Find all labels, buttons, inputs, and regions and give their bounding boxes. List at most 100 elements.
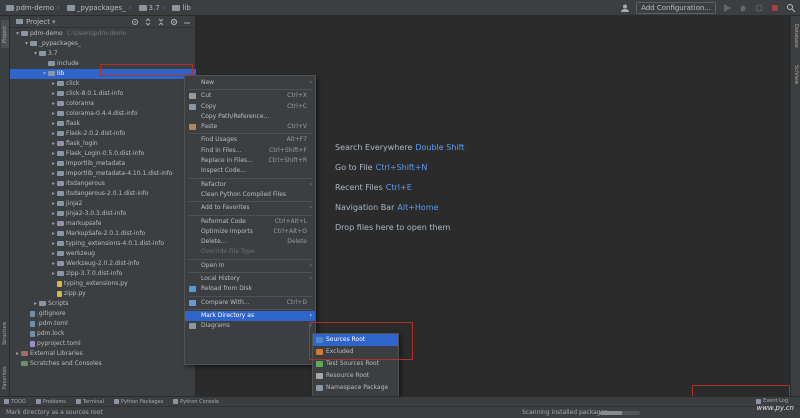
chevron-down-icon[interactable]: ▾ xyxy=(23,39,30,49)
chevron-right-icon[interactable]: ▸ xyxy=(50,209,57,219)
tree-item[interactable]: ▸ click xyxy=(10,79,196,89)
context-menu-item[interactable]: Copy Path/Reference... xyxy=(185,112,315,122)
context-menu-item[interactable]: Delete... Delete xyxy=(185,237,315,247)
chevron-right-icon[interactable]: ▸ xyxy=(50,199,57,209)
bottom-tool-tab[interactable]: Python Console xyxy=(173,399,219,405)
chevron-right-icon[interactable]: ▸ xyxy=(50,129,57,139)
chevron-right-icon[interactable]: ▸ xyxy=(50,139,57,149)
context-menu-item[interactable]: Add to Favorites › xyxy=(185,203,315,213)
context-menu-item[interactable]: Paste Ctrl+V xyxy=(185,122,315,132)
tree-item[interactable]: typing_extensions.py xyxy=(10,279,196,289)
chevron-right-icon[interactable]: ▸ xyxy=(50,79,57,89)
project-panel-title[interactable]: Project xyxy=(26,18,50,26)
context-menu-item[interactable]: Local History › xyxy=(185,274,315,284)
tree-item[interactable]: ▸ colorama xyxy=(10,99,196,109)
context-menu-item[interactable]: New › xyxy=(185,78,315,88)
tree-item[interactable]: ▾ lib xyxy=(10,69,196,79)
context-menu-item[interactable]: Clean Python Compiled Files xyxy=(185,190,315,200)
tree-item[interactable]: Scratches and Consoles xyxy=(10,359,196,369)
tree-item[interactable]: ▸ colorama-0.4.4.dist-info xyxy=(10,109,196,119)
tree-item[interactable]: ▸ markupsafe xyxy=(10,219,196,229)
collapse-all-icon[interactable] xyxy=(157,18,165,26)
tree-item[interactable]: ▸ click-8.0.1.dist-info xyxy=(10,89,196,99)
chevron-right-icon[interactable]: ▸ xyxy=(50,179,57,189)
tree-item[interactable]: ▸ External Libraries xyxy=(10,349,196,359)
chevron-right-icon[interactable]: ▸ xyxy=(50,169,57,179)
breadcrumb-item[interactable]: _pypackages_ › xyxy=(65,4,137,12)
tree-item[interactable]: ▸ Flask_Login-0.5.0.dist-info xyxy=(10,149,196,159)
project-tool-tab[interactable]: Project xyxy=(1,20,9,48)
context-menu-item[interactable]: Diagrams › xyxy=(185,321,315,331)
chevron-right-icon[interactable]: ▸ xyxy=(50,149,57,159)
tree-item[interactable]: ▾ 3.7 xyxy=(10,49,196,59)
submenu-item[interactable]: Resource Root xyxy=(313,370,398,382)
context-menu-item[interactable]: Find in Files... Ctrl+Shift+F xyxy=(185,146,315,156)
submenu-item[interactable]: Excluded xyxy=(313,346,398,358)
breadcrumb-item[interactable]: pdm-demo › xyxy=(4,4,65,12)
chevron-right-icon[interactable]: ▸ xyxy=(50,269,57,279)
context-menu-item[interactable]: Find Usages Alt+F7 xyxy=(185,135,315,145)
bottom-tool-tab[interactable]: TODO xyxy=(4,399,26,405)
user-icon[interactable] xyxy=(620,3,630,13)
breadcrumb-item[interactable]: lib xyxy=(170,4,192,12)
chevron-right-icon[interactable]: ▸ xyxy=(50,159,57,169)
add-configuration-button[interactable]: Add Configuration... xyxy=(636,2,716,14)
breadcrumb-item[interactable]: 3.7 › xyxy=(137,4,171,12)
tree-item[interactable]: pyproject.toml xyxy=(10,339,196,349)
tree-item[interactable]: ▾ _pypackages_ xyxy=(10,39,196,49)
database-tool-tab[interactable]: Database xyxy=(792,20,800,52)
chevron-down-icon[interactable]: ▾ xyxy=(14,29,21,39)
search-icon[interactable] xyxy=(786,3,796,13)
chevron-right-icon[interactable]: ▸ xyxy=(50,99,57,109)
coverage-icon[interactable] xyxy=(754,3,764,13)
locate-icon[interactable] xyxy=(131,18,139,26)
context-menu-item[interactable]: Reload from Disk xyxy=(185,284,315,294)
submenu-item[interactable]: Sources Root xyxy=(313,334,398,346)
tree-item[interactable]: ▸ flask_login xyxy=(10,139,196,149)
chevron-down-icon[interactable]: ▾ xyxy=(32,49,39,59)
tree-item[interactable]: .gitignore xyxy=(10,309,196,319)
chevron-right-icon[interactable]: ▸ xyxy=(50,219,57,229)
context-menu-item[interactable]: Compare With... Ctrl+D xyxy=(185,298,315,308)
tree-item[interactable]: zipp.py xyxy=(10,289,196,299)
stop-icon[interactable] xyxy=(770,3,780,13)
bottom-tool-tab[interactable]: Terminal xyxy=(75,399,104,405)
submenu-item[interactable]: Namespace Package xyxy=(313,382,398,394)
tree-item[interactable]: ▸ MarkupSafe-2.0.1.dist-info xyxy=(10,229,196,239)
tree-item[interactable]: ▾ pdm-demo C:\Users\pdm-demo xyxy=(10,29,196,39)
tree-item[interactable]: ▸ importlib_metadata xyxy=(10,159,196,169)
context-menu-item[interactable]: Mark Directory as › xyxy=(185,310,315,322)
run-icon[interactable] xyxy=(722,3,732,13)
chevron-right-icon[interactable]: ▸ xyxy=(50,259,57,269)
chevron-right-icon[interactable]: ▸ xyxy=(14,349,21,359)
favorites-tool-tab[interactable]: Favorites xyxy=(1,361,9,395)
chevron-right-icon[interactable]: ▸ xyxy=(50,119,57,129)
tree-item[interactable]: ▸ jinja2 xyxy=(10,199,196,209)
tree-item[interactable]: ▸ itsdangerous xyxy=(10,179,196,189)
tree-item[interactable]: .pdm.toml xyxy=(10,319,196,329)
chevron-right-icon[interactable]: ▸ xyxy=(50,109,57,119)
tree-item[interactable]: ▸ typing_extensions-4.0.1.dist-info xyxy=(10,239,196,249)
expand-all-icon[interactable] xyxy=(144,18,152,26)
context-menu-item[interactable]: Inspect Code... xyxy=(185,166,315,176)
sciview-tool-tab[interactable]: SciView xyxy=(792,60,800,90)
chevron-right-icon[interactable]: ▸ xyxy=(50,189,57,199)
context-menu-item[interactable]: Cut Ctrl+X xyxy=(185,91,315,101)
context-menu-item[interactable]: Open In › xyxy=(185,261,315,271)
gear-icon[interactable] xyxy=(170,18,178,26)
tree-item[interactable]: ▸ Jinja2-3.0.3.dist-info xyxy=(10,209,196,219)
context-menu-item[interactable]: Reformat Code Ctrl+Alt+L xyxy=(185,217,315,227)
context-menu-item[interactable]: Copy Ctrl+C xyxy=(185,102,315,112)
chevron-down-icon[interactable]: ▾ xyxy=(52,18,56,26)
bottom-tool-tab[interactable]: Python Packages xyxy=(113,399,163,405)
tree-item[interactable]: ▸ itsdangerous-2.0.1.dist-info xyxy=(10,189,196,199)
context-menu-item[interactable]: Refactor › xyxy=(185,180,315,190)
minimize-icon[interactable] xyxy=(183,18,191,26)
debug-icon[interactable] xyxy=(738,3,748,13)
chevron-right-icon[interactable]: ▸ xyxy=(50,249,57,259)
chevron-down-icon[interactable]: ▾ xyxy=(41,69,48,79)
context-menu-item[interactable]: Replace in Files... Ctrl+Shift+R xyxy=(185,156,315,166)
submenu-item[interactable]: Test Sources Root xyxy=(313,358,398,370)
tree-item[interactable]: ▸ flask xyxy=(10,119,196,129)
chevron-right-icon[interactable]: ▸ xyxy=(50,239,57,249)
